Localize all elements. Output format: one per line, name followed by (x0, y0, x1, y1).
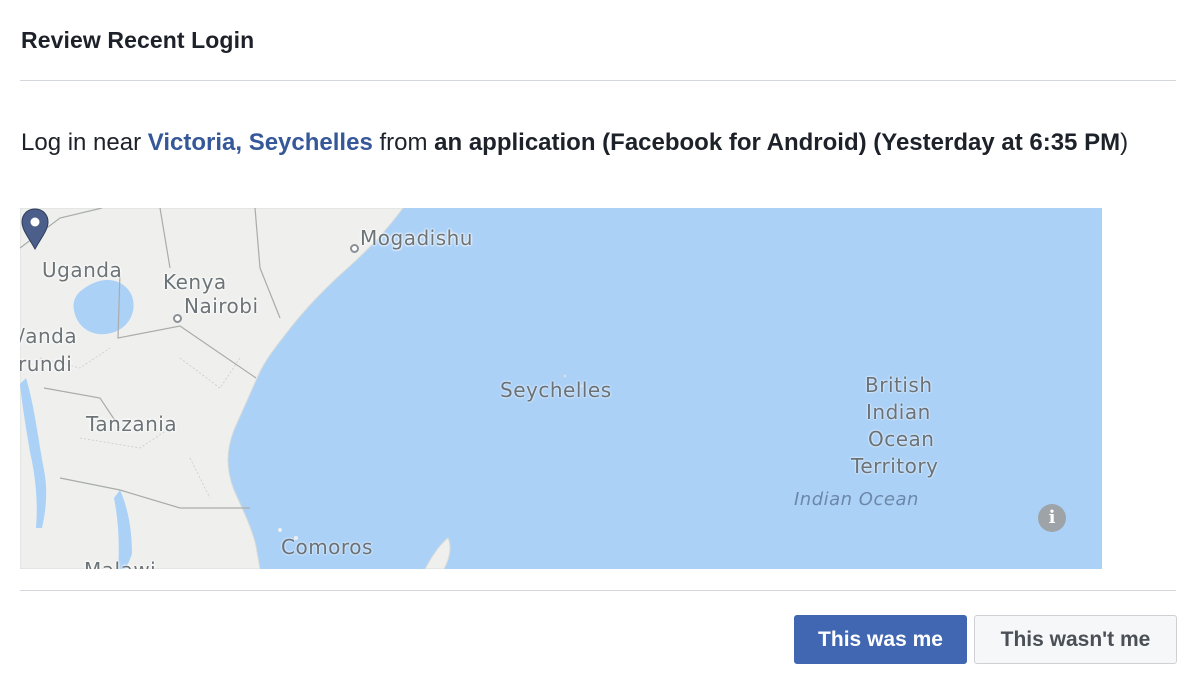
map-label-rwanda: /anda (20, 324, 78, 348)
this-wasnt-me-button[interactable]: This wasn't me (974, 615, 1177, 664)
map-label-malawi: Malawi (84, 558, 156, 569)
map-label-british-2: Indian (866, 400, 931, 424)
message-prefix: Log in near (21, 129, 148, 156)
map-label-british-1: British (865, 373, 933, 397)
map-label-uganda: Uganda (42, 258, 123, 282)
map-label-kenya: Kenya (163, 270, 227, 294)
mogadishu-dot (350, 244, 359, 253)
nairobi-dot (173, 314, 182, 323)
map-label-tanzania: Tanzania (86, 412, 178, 436)
map-pin-icon (21, 208, 49, 250)
dialog-header: Review Recent Login (0, 0, 1200, 80)
message-from: from (372, 129, 435, 156)
login-location-map[interactable]: Mogadishu Uganda Kenya Nairobi /anda run… (20, 208, 1102, 569)
map-label-seychelles: Seychelles (500, 378, 612, 402)
login-time-close: ) (1120, 129, 1129, 156)
map-label-comoros: Comoros (281, 535, 373, 559)
map-label-british-3: Ocean (868, 427, 935, 451)
dialog-title: Review Recent Login (21, 27, 255, 53)
login-details-text: Log in near Victoria, Seychelles from an… (21, 127, 1161, 159)
review-login-dialog: Review Recent Login Log in near Victoria… (0, 0, 1200, 682)
login-time: (Yesterday at 6:35 PM (866, 129, 1121, 156)
dialog-actions: This was me This wasn't me (0, 591, 1200, 682)
map-info-icon[interactable]: i (1038, 504, 1066, 532)
location-link[interactable]: Victoria, Seychelles (148, 129, 373, 156)
map-label-british-4: Territory (851, 454, 939, 478)
map-label-nairobi: Nairobi (184, 294, 259, 318)
login-source: an application (Facebook for Android) (434, 129, 867, 156)
header-divider (20, 80, 1176, 81)
map-label-indian-ocean: Indian Ocean (794, 489, 919, 510)
this-was-me-button[interactable]: This was me (794, 615, 967, 664)
map-label-burundi: rundi (20, 352, 73, 376)
map-label-mogadishu: Mogadishu (360, 226, 473, 250)
